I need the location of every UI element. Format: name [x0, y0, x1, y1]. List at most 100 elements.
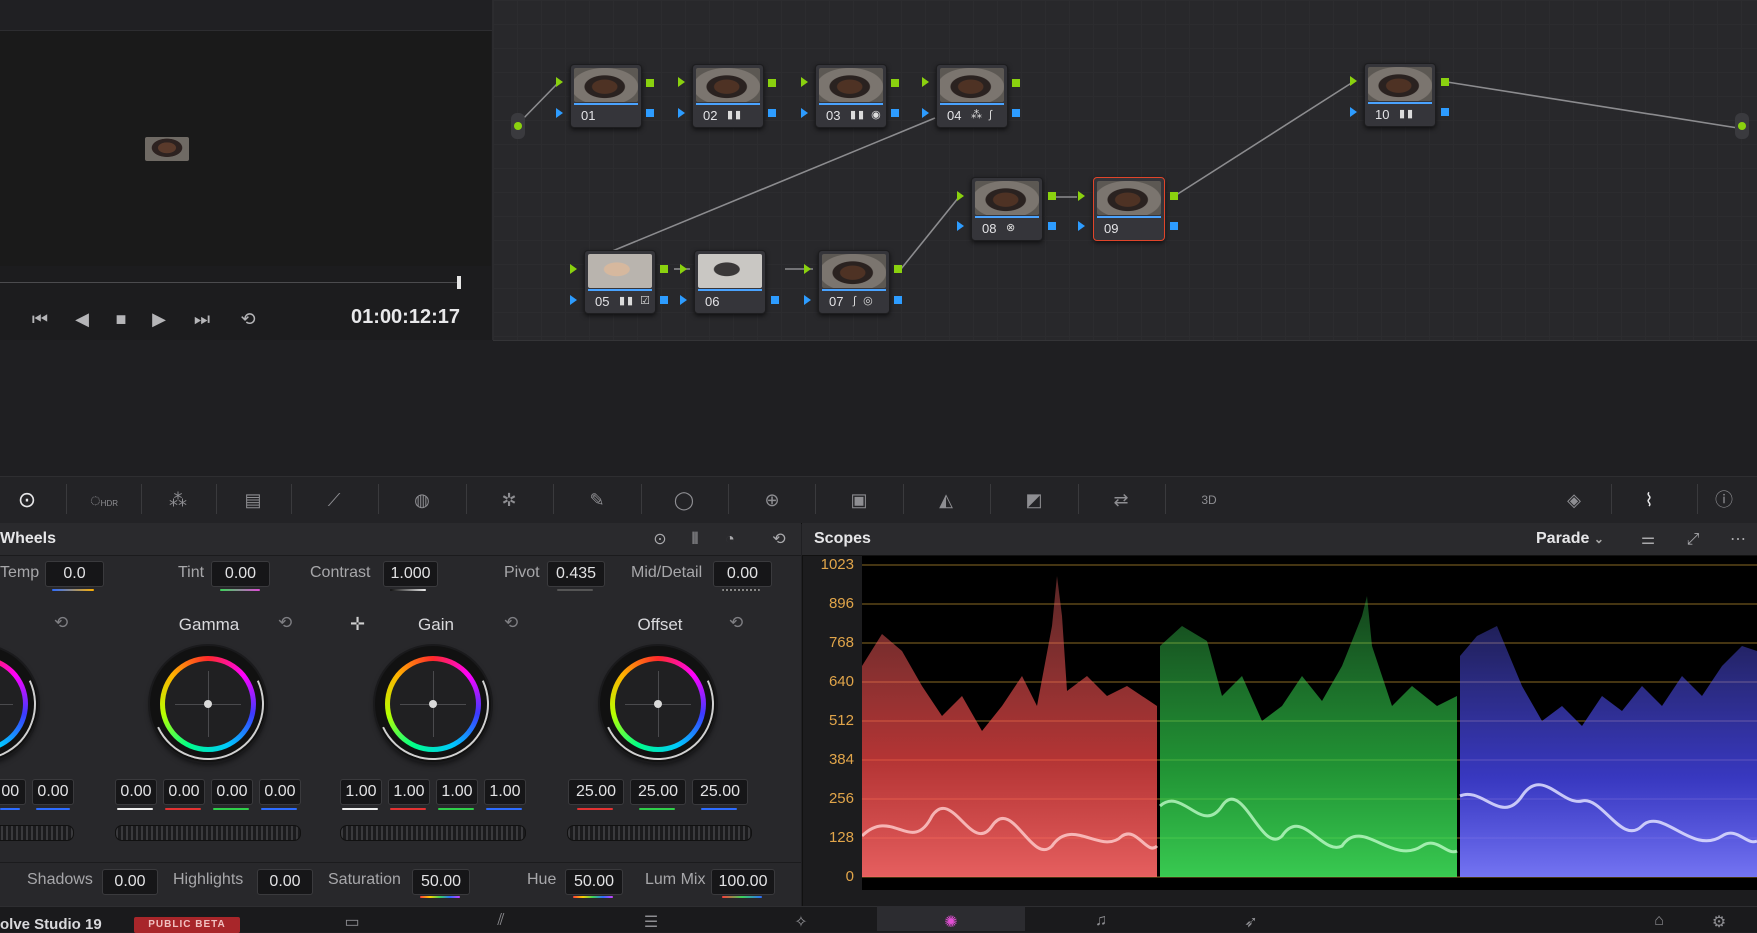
node-10[interactable]: 10 ▮▮ [1364, 63, 1436, 127]
rgb-input-icon[interactable] [570, 264, 577, 274]
node-05[interactable]: 05 ▮▮ ☑ [584, 250, 656, 314]
rgb-output-pin[interactable] [1170, 192, 1178, 200]
expand-icon[interactable]: ⤢ [1682, 529, 1704, 551]
stop-icon[interactable]: ■ [107, 305, 135, 333]
node-07[interactable]: 07 ∫ ◎ [818, 250, 890, 314]
window-icon[interactable]: ◯ [670, 487, 698, 513]
offset-master-jog[interactable] [567, 825, 752, 841]
rgb-output-pin[interactable] [768, 79, 776, 87]
pivot-field[interactable]: 0.435 [547, 561, 605, 587]
loop-icon[interactable]: ⟲ [234, 305, 262, 333]
cut-icon[interactable]: ⫽ [486, 912, 516, 932]
node-08[interactable]: 08 ⊗ [971, 177, 1043, 241]
color-icon[interactable]: ✺ [936, 912, 966, 932]
key-input-icon[interactable] [1350, 107, 1357, 117]
highlights-field[interactable]: 0.00 [257, 869, 313, 895]
key-output-pin[interactable] [894, 296, 902, 304]
key-output-pin[interactable] [1048, 222, 1056, 230]
node-01[interactable]: 01 [570, 64, 642, 128]
key-input-icon[interactable] [801, 108, 808, 118]
blur-icon[interactable]: ◭ [932, 487, 960, 513]
deliver-icon[interactable]: ➶ [1236, 912, 1266, 932]
gain-b-field[interactable]: 1.00 [484, 779, 526, 805]
skip-forward-icon[interactable]: ⏭ [188, 305, 216, 333]
fusion-icon[interactable]: ✧ [786, 912, 816, 932]
source-input-pin[interactable] [511, 113, 525, 139]
node-09[interactable]: 09 [1093, 177, 1165, 241]
key-input-icon[interactable] [804, 295, 811, 305]
rgb-output-pin[interactable] [1048, 192, 1056, 200]
key-output-pin[interactable] [1441, 108, 1449, 116]
primaries-wheels-icon[interactable]: ⊙ [13, 487, 41, 513]
keyframes-icon[interactable]: ◈ [1560, 487, 1588, 513]
play-icon[interactable]: ▶ [145, 305, 173, 333]
info-icon[interactable]: ⓘ [1710, 487, 1738, 513]
media-icon[interactable]: ▭ [337, 912, 367, 932]
scopes-icon[interactable]: ⌇ [1635, 487, 1663, 513]
lift-value-field[interactable]: 0.00 [32, 779, 74, 805]
step-back-icon[interactable]: ◀ [68, 305, 96, 333]
rgb-mixer-icon[interactable]: ⁂ [164, 487, 192, 513]
curves-icon[interactable]: ⟋ [320, 487, 348, 513]
playhead-handle[interactable] [457, 276, 461, 289]
viewer-scrubber[interactable] [0, 282, 460, 283]
key-input-icon[interactable] [957, 221, 964, 231]
rgb-input-icon[interactable] [801, 77, 808, 87]
lift-reset-icon[interactable]: ⟲ [54, 613, 68, 633]
color-warper-icon[interactable]: ◍ [408, 487, 436, 513]
rgb-input-icon[interactable] [678, 77, 685, 87]
more-options-icon[interactable]: ⋯ [1727, 529, 1749, 551]
rgb-input-icon[interactable] [556, 77, 563, 87]
wheels-mode-icon[interactable]: ⊙ [649, 529, 671, 551]
sizing-icon[interactable]: ⇄ [1107, 487, 1135, 513]
gamma-wheel[interactable] [136, 632, 280, 776]
lift-blue-field[interactable]: .00 [0, 779, 26, 805]
tracker-icon[interactable]: ⊕ [758, 487, 786, 513]
middetail-field[interactable]: 0.00 [713, 561, 772, 587]
viewer-canvas[interactable] [0, 31, 491, 266]
node-06[interactable]: 06 [694, 250, 766, 314]
rgb-output-pin[interactable] [660, 265, 668, 273]
key-input-icon[interactable] [922, 108, 929, 118]
key-input-icon[interactable] [556, 108, 563, 118]
motion-effects-icon[interactable]: ▤ [239, 487, 267, 513]
offset-b-field[interactable]: 25.00 [692, 779, 748, 805]
gain-r-field[interactable]: 1.00 [388, 779, 430, 805]
gamma-g-field[interactable]: 0.00 [211, 779, 253, 805]
contrast-field[interactable]: 1.000 [383, 561, 438, 587]
eyedropper-icon[interactable]: ✎ [583, 487, 611, 513]
gamma-y-field[interactable]: 0.00 [115, 779, 157, 805]
node-editor[interactable] [493, 0, 1757, 341]
offset-wheel[interactable] [586, 632, 730, 776]
rgb-input-icon[interactable] [922, 77, 929, 87]
hdr-icon[interactable]: ◌HDR [86, 487, 122, 513]
rgb-input-icon[interactable] [1350, 76, 1357, 86]
key-icon[interactable]: ◩ [1020, 487, 1048, 513]
node-04[interactable]: 04 ⁂ ∫ [936, 64, 1008, 128]
key-output-pin[interactable] [1012, 109, 1020, 117]
fairlight-icon[interactable]: ♫ [1086, 912, 1116, 932]
rgb-input-icon[interactable] [957, 191, 964, 201]
temp-field[interactable]: 0.0 [45, 561, 104, 587]
rgb-output-pin[interactable] [1441, 78, 1449, 86]
lift-master-jog[interactable] [0, 825, 74, 841]
qualifier-icon[interactable]: ✲ [495, 487, 523, 513]
rgb-output-pin[interactable] [1012, 79, 1020, 87]
key-output-pin[interactable] [768, 109, 776, 117]
lummix-field[interactable]: 100.00 [711, 869, 775, 895]
reset-all-icon[interactable]: ⟲ [768, 529, 790, 551]
scope-type-dropdown[interactable]: Parade ⌄ [1536, 530, 1604, 548]
key-output-pin[interactable] [660, 296, 668, 304]
gamma-reset-icon[interactable]: ⟲ [278, 613, 292, 633]
offset-reset-icon[interactable]: ⟲ [729, 613, 743, 633]
key-input-icon[interactable] [678, 108, 685, 118]
tint-field[interactable]: 0.00 [211, 561, 270, 587]
bars-mode-icon[interactable]: ⦀ [684, 529, 706, 551]
key-output-pin[interactable] [646, 109, 654, 117]
gain-y-field[interactable]: 1.00 [340, 779, 382, 805]
gamma-r-field[interactable]: 0.00 [163, 779, 205, 805]
gamma-master-jog[interactable] [115, 825, 301, 841]
output-pin[interactable] [1735, 113, 1749, 139]
gain-master-jog[interactable] [340, 825, 526, 841]
gain-g-field[interactable]: 1.00 [436, 779, 478, 805]
